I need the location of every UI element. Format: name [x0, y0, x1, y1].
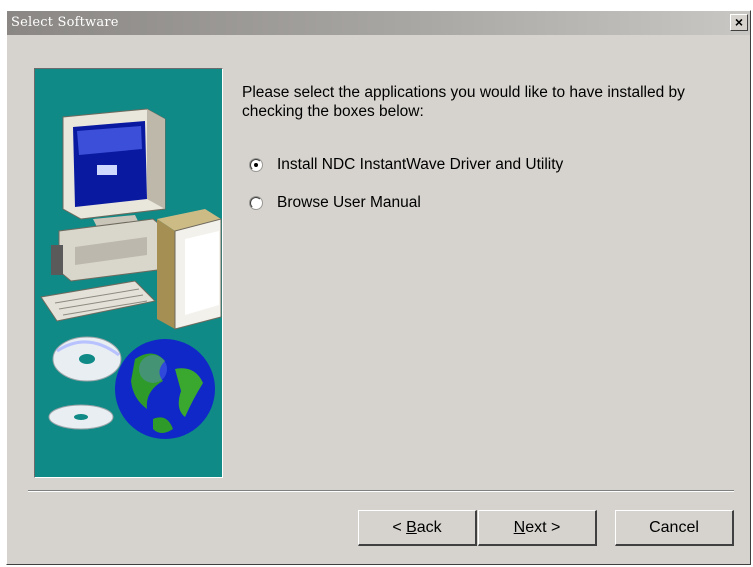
cd-disc-icon	[48, 336, 122, 430]
next-button-rest: ext >	[525, 518, 561, 536]
back-button-prefix: <	[392, 518, 407, 536]
radio-browse-manual[interactable]	[250, 197, 262, 209]
option-browse-manual-label[interactable]: Browse User Manual	[277, 194, 421, 212]
title-bar[interactable]: Select Software ×	[7, 11, 750, 35]
back-button-rest: ack	[416, 518, 442, 536]
setup-illustration	[34, 68, 223, 478]
instruction-text: Please select the applications you would…	[242, 84, 685, 120]
cancel-button-label: Cancel	[649, 518, 699, 536]
computer-icon	[40, 108, 166, 322]
cancel-button[interactable]: Cancel	[615, 510, 734, 546]
next-button-mnemonic: N	[513, 518, 526, 536]
back-button-mnemonic: B	[406, 518, 417, 536]
option-install-driver[interactable]: Install NDC InstantWave Driver and Utili…	[250, 155, 563, 175]
software-box-icon	[157, 209, 222, 330]
setup-illustration-graphic	[40, 108, 222, 439]
radio-install-driver[interactable]	[250, 159, 262, 171]
back-button[interactable]: < Back	[358, 510, 477, 546]
option-browse-manual[interactable]: Browse User Manual	[250, 193, 421, 213]
option-install-driver-label[interactable]: Install NDC InstantWave Driver and Utili…	[277, 156, 563, 174]
globe-icon	[115, 339, 215, 439]
button-separator	[28, 490, 734, 492]
next-button[interactable]: Next >	[478, 510, 597, 546]
select-software-dialog: Select Software × Please select the appl…	[6, 10, 751, 565]
close-button[interactable]: ×	[730, 14, 748, 31]
close-icon: ×	[734, 14, 744, 30]
window-title: Select Software	[11, 15, 119, 30]
